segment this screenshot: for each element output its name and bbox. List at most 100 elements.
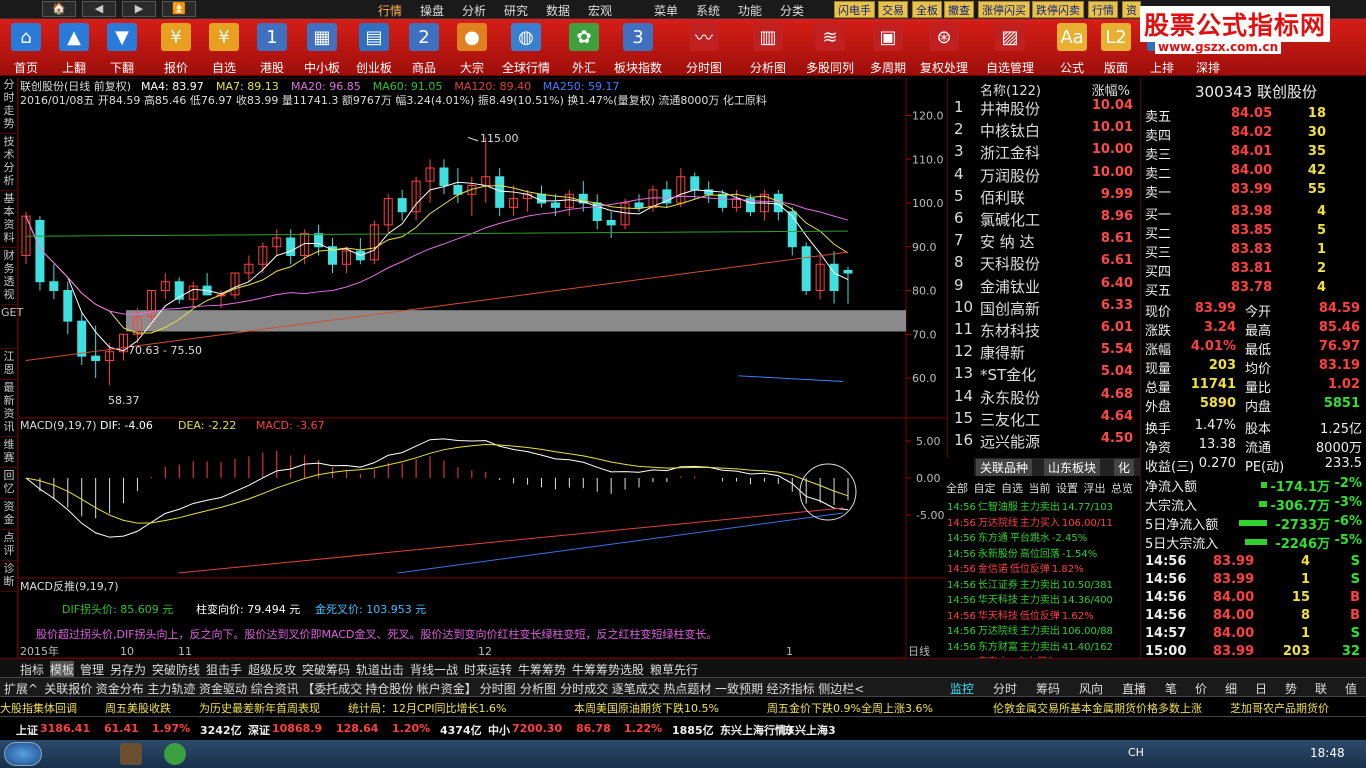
ranking-row[interactable]: 3 浙江金科 10.00 — [948, 142, 1141, 164]
news-item-4[interactable]: 本周美国原油期货下跌10.5% — [574, 700, 719, 716]
quote-bottom-tab-2[interactable]: 筹码 — [1036, 680, 1060, 697]
ranking-row[interactable]: 11 东材科技 6.01 — [948, 320, 1141, 342]
quote-bottom-tab-3[interactable]: 风向 — [1079, 680, 1103, 697]
toolbar-line-chart-button-13[interactable]: 〰分时图 — [678, 21, 730, 75]
function-tab-2[interactable]: 资金分布 — [96, 680, 144, 697]
function-tab-12[interactable]: 逐笔成交 — [612, 680, 660, 697]
indicator-tab-1[interactable]: 模板 — [50, 661, 75, 678]
nav-button-3[interactable]: ⏫ — [162, 1, 196, 17]
toolbar-window-button-6[interactable]: ▦ 中小板 — [296, 21, 348, 75]
indicator-tab-13[interactable]: 粮草先行 — [650, 661, 698, 678]
ranking-row[interactable]: 10 国创高新 6.33 — [948, 298, 1141, 320]
ranking-row[interactable]: 13 *ST金化 5.04 — [948, 364, 1141, 386]
menu-item-5[interactable]: 宏观 — [588, 2, 612, 19]
lang-indicator[interactable]: CH — [1128, 746, 1144, 759]
left-tab-4[interactable]: GET — [1, 306, 23, 349]
function-tab-5[interactable]: 综合资讯 — [251, 680, 299, 697]
function-tab-11[interactable]: 分时成交 — [560, 680, 608, 697]
news-item-1[interactable]: 周五美股收跌 — [105, 700, 171, 716]
top-button-7[interactable]: 资 — [1122, 1, 1141, 18]
quote-bottom-tab-11[interactable]: 值 — [1345, 680, 1357, 697]
indicator-tab-10[interactable]: 时来运转 — [464, 661, 512, 678]
menu-item-0[interactable]: 行情 — [378, 2, 402, 19]
toolbar-candle-button-14[interactable]: ▥ 分析图 — [742, 21, 794, 75]
feed-subtab-0[interactable]: 全部 — [946, 480, 968, 496]
toolbar-yen-button-4[interactable]: ¥ 自选 — [198, 21, 250, 75]
ranking-row[interactable]: 5 佰利联 9.99 — [948, 187, 1141, 209]
top-button-4[interactable]: 涨停闪买 — [978, 1, 1030, 18]
function-tab-13[interactable]: 热点题材 — [663, 680, 711, 697]
function-tab-8[interactable]: 帐户资金】 — [417, 680, 477, 697]
toolbar-board-button-7[interactable]: ▤ 创业板 — [348, 21, 400, 75]
quote-bottom-tab-7[interactable]: 细 — [1225, 680, 1237, 697]
left-tab-6[interactable]: 最新资讯 — [1, 381, 17, 437]
feed-row[interactable]: 14:56 仁智油服 主力卖出 14.77/103 — [947, 498, 1113, 513]
left-tab-9[interactable]: 资金 — [1, 500, 17, 530]
feed-row[interactable]: 14:56 万达院线 主力卖出 106.00/88 — [947, 622, 1113, 637]
menu-item-4[interactable]: 数据 — [546, 2, 570, 19]
toolbar-arrow-down-button-2[interactable]: ▼ 下翻 — [96, 21, 148, 75]
news-item-2[interactable]: 为历史最差新年首周表现 — [199, 700, 320, 716]
quote-bottom-tab-8[interactable]: 日 — [1255, 680, 1267, 697]
toolbar-circle-button-9[interactable]: ● 大宗 — [446, 21, 498, 75]
left-tab-8[interactable]: 回忆 — [1, 469, 17, 499]
toolbar-arrow-up-button-1[interactable]: ▲ 上翻 — [48, 21, 100, 75]
function-tab-10[interactable]: 分析图 — [520, 680, 556, 697]
top-button-3[interactable]: 撤查 — [944, 1, 974, 18]
ranking-row[interactable]: 12 康得新 5.54 — [948, 342, 1141, 364]
toolbar-calendar-button-12[interactable]: 3 板块指数 — [612, 21, 664, 75]
menu-item-6[interactable]: 菜单 — [654, 2, 678, 19]
feed-row[interactable]: 14:56 永新股份 高位回落 -1.54% — [947, 545, 1097, 560]
quote-bottom-tab-5[interactable]: 笔 — [1165, 680, 1177, 697]
feed-row[interactable]: 14:56 华天科技 低位反弹 1.62% — [947, 607, 1094, 622]
feed-subtab-2[interactable]: 自选 — [1001, 480, 1023, 496]
feed-row[interactable]: 14:56 万达院线 主力买入 106.00/11 — [947, 514, 1113, 529]
quote-bottom-tab-1[interactable]: 分时 — [993, 680, 1017, 697]
ranking-row[interactable]: 8 天科股份 6.61 — [948, 253, 1141, 275]
feed-row[interactable]: 14:56 金信诺 低位反弹 1.82% — [947, 560, 1084, 575]
toolbar-layout-button-20[interactable]: L2 版面 — [1090, 21, 1142, 75]
indicator-tab-5[interactable]: 狙击手 — [206, 661, 242, 678]
ranking-row[interactable]: 14 永东股份 4.68 — [948, 387, 1141, 409]
function-tab-16[interactable]: 侧边栏< — [818, 680, 864, 697]
function-tab-14[interactable]: 一致预期 — [715, 680, 763, 697]
indicator-tab-8[interactable]: 轨道出击 — [356, 661, 404, 678]
indicator-tab-7[interactable]: 突破筹码 — [302, 661, 350, 678]
feed-subtab-4[interactable]: 设置 — [1056, 480, 1078, 496]
toolbar-calendar-button-8[interactable]: 2 商品 — [398, 21, 450, 75]
function-tab-6[interactable]: 【委托成交 — [302, 680, 362, 697]
quote-bottom-tab-4[interactable]: 直播 — [1122, 680, 1146, 697]
feed-row[interactable]: 14:56 东方财富 主力卖出 41.40/162 — [947, 638, 1113, 653]
top-button-0[interactable]: 闪电手 — [834, 1, 875, 18]
indicator-tab-0[interactable]: 指标 — [20, 661, 44, 678]
menu-item-1[interactable]: 操盘 — [420, 2, 444, 19]
toolbar-calendar-button-5[interactable]: 1 港股 — [246, 21, 298, 75]
ranking-row[interactable]: 15 三友化工 4.64 — [948, 409, 1141, 431]
feed-subtab-6[interactable]: 总览 — [1111, 480, 1133, 496]
quote-bottom-tab-9[interactable]: 势 — [1285, 680, 1297, 697]
feed-subtab-1[interactable]: 自定 — [974, 480, 996, 496]
toolbar-yen-button-3[interactable]: ¥ 报价 — [150, 21, 202, 75]
toolbar-fx-button-11[interactable]: ✿ 外汇 — [558, 21, 610, 75]
toolbar-multi-chart-button-15[interactable]: ≋ 多股同列 — [804, 21, 856, 75]
ranking-row[interactable]: 9 金浦钛业 6.40 — [948, 276, 1141, 298]
toolbar-home-button-0[interactable]: ⌂ 首页 — [0, 21, 52, 75]
start-button[interactable] — [4, 742, 42, 766]
news-item-0[interactable]: 大股指集体回调 — [0, 700, 77, 716]
feed-subtab-5[interactable]: 浮出 — [1084, 480, 1106, 496]
toolbar-globe-button-10[interactable]: ◍ 全球行情 — [500, 21, 552, 75]
nav-button-1[interactable]: ◀ — [82, 1, 116, 17]
quote-bottom-tab-0[interactable]: 监控 — [950, 680, 974, 697]
indicator-tab-4[interactable]: 突破防线 — [152, 661, 200, 678]
indicator-tab-9[interactable]: 背线一战 — [410, 661, 458, 678]
toolbar-manage-button-18[interactable]: ▨ 自选管理 — [984, 21, 1036, 75]
feed-subtab-3[interactable]: 当前 — [1029, 480, 1051, 496]
function-tab-7[interactable]: 持仓股份 — [365, 680, 413, 697]
ranking-row[interactable]: 7 安 纳 达 8.61 — [948, 231, 1141, 253]
browser-icon[interactable] — [164, 743, 186, 765]
kline-chart-area[interactable]: 120.0 110.0 100.0 90.0 80.0 70.0 60.0 联创股份(日线 前… — [17, 77, 947, 659]
indicator-tab-2[interactable]: 管理 — [80, 661, 104, 678]
news-item-5[interactable]: 周五金价下跌0.9%全周上涨3.6% — [767, 700, 933, 716]
ranking-row[interactable]: 6 氯碱化工 8.96 — [948, 209, 1141, 231]
menu-item-7[interactable]: 系统 — [696, 2, 720, 19]
